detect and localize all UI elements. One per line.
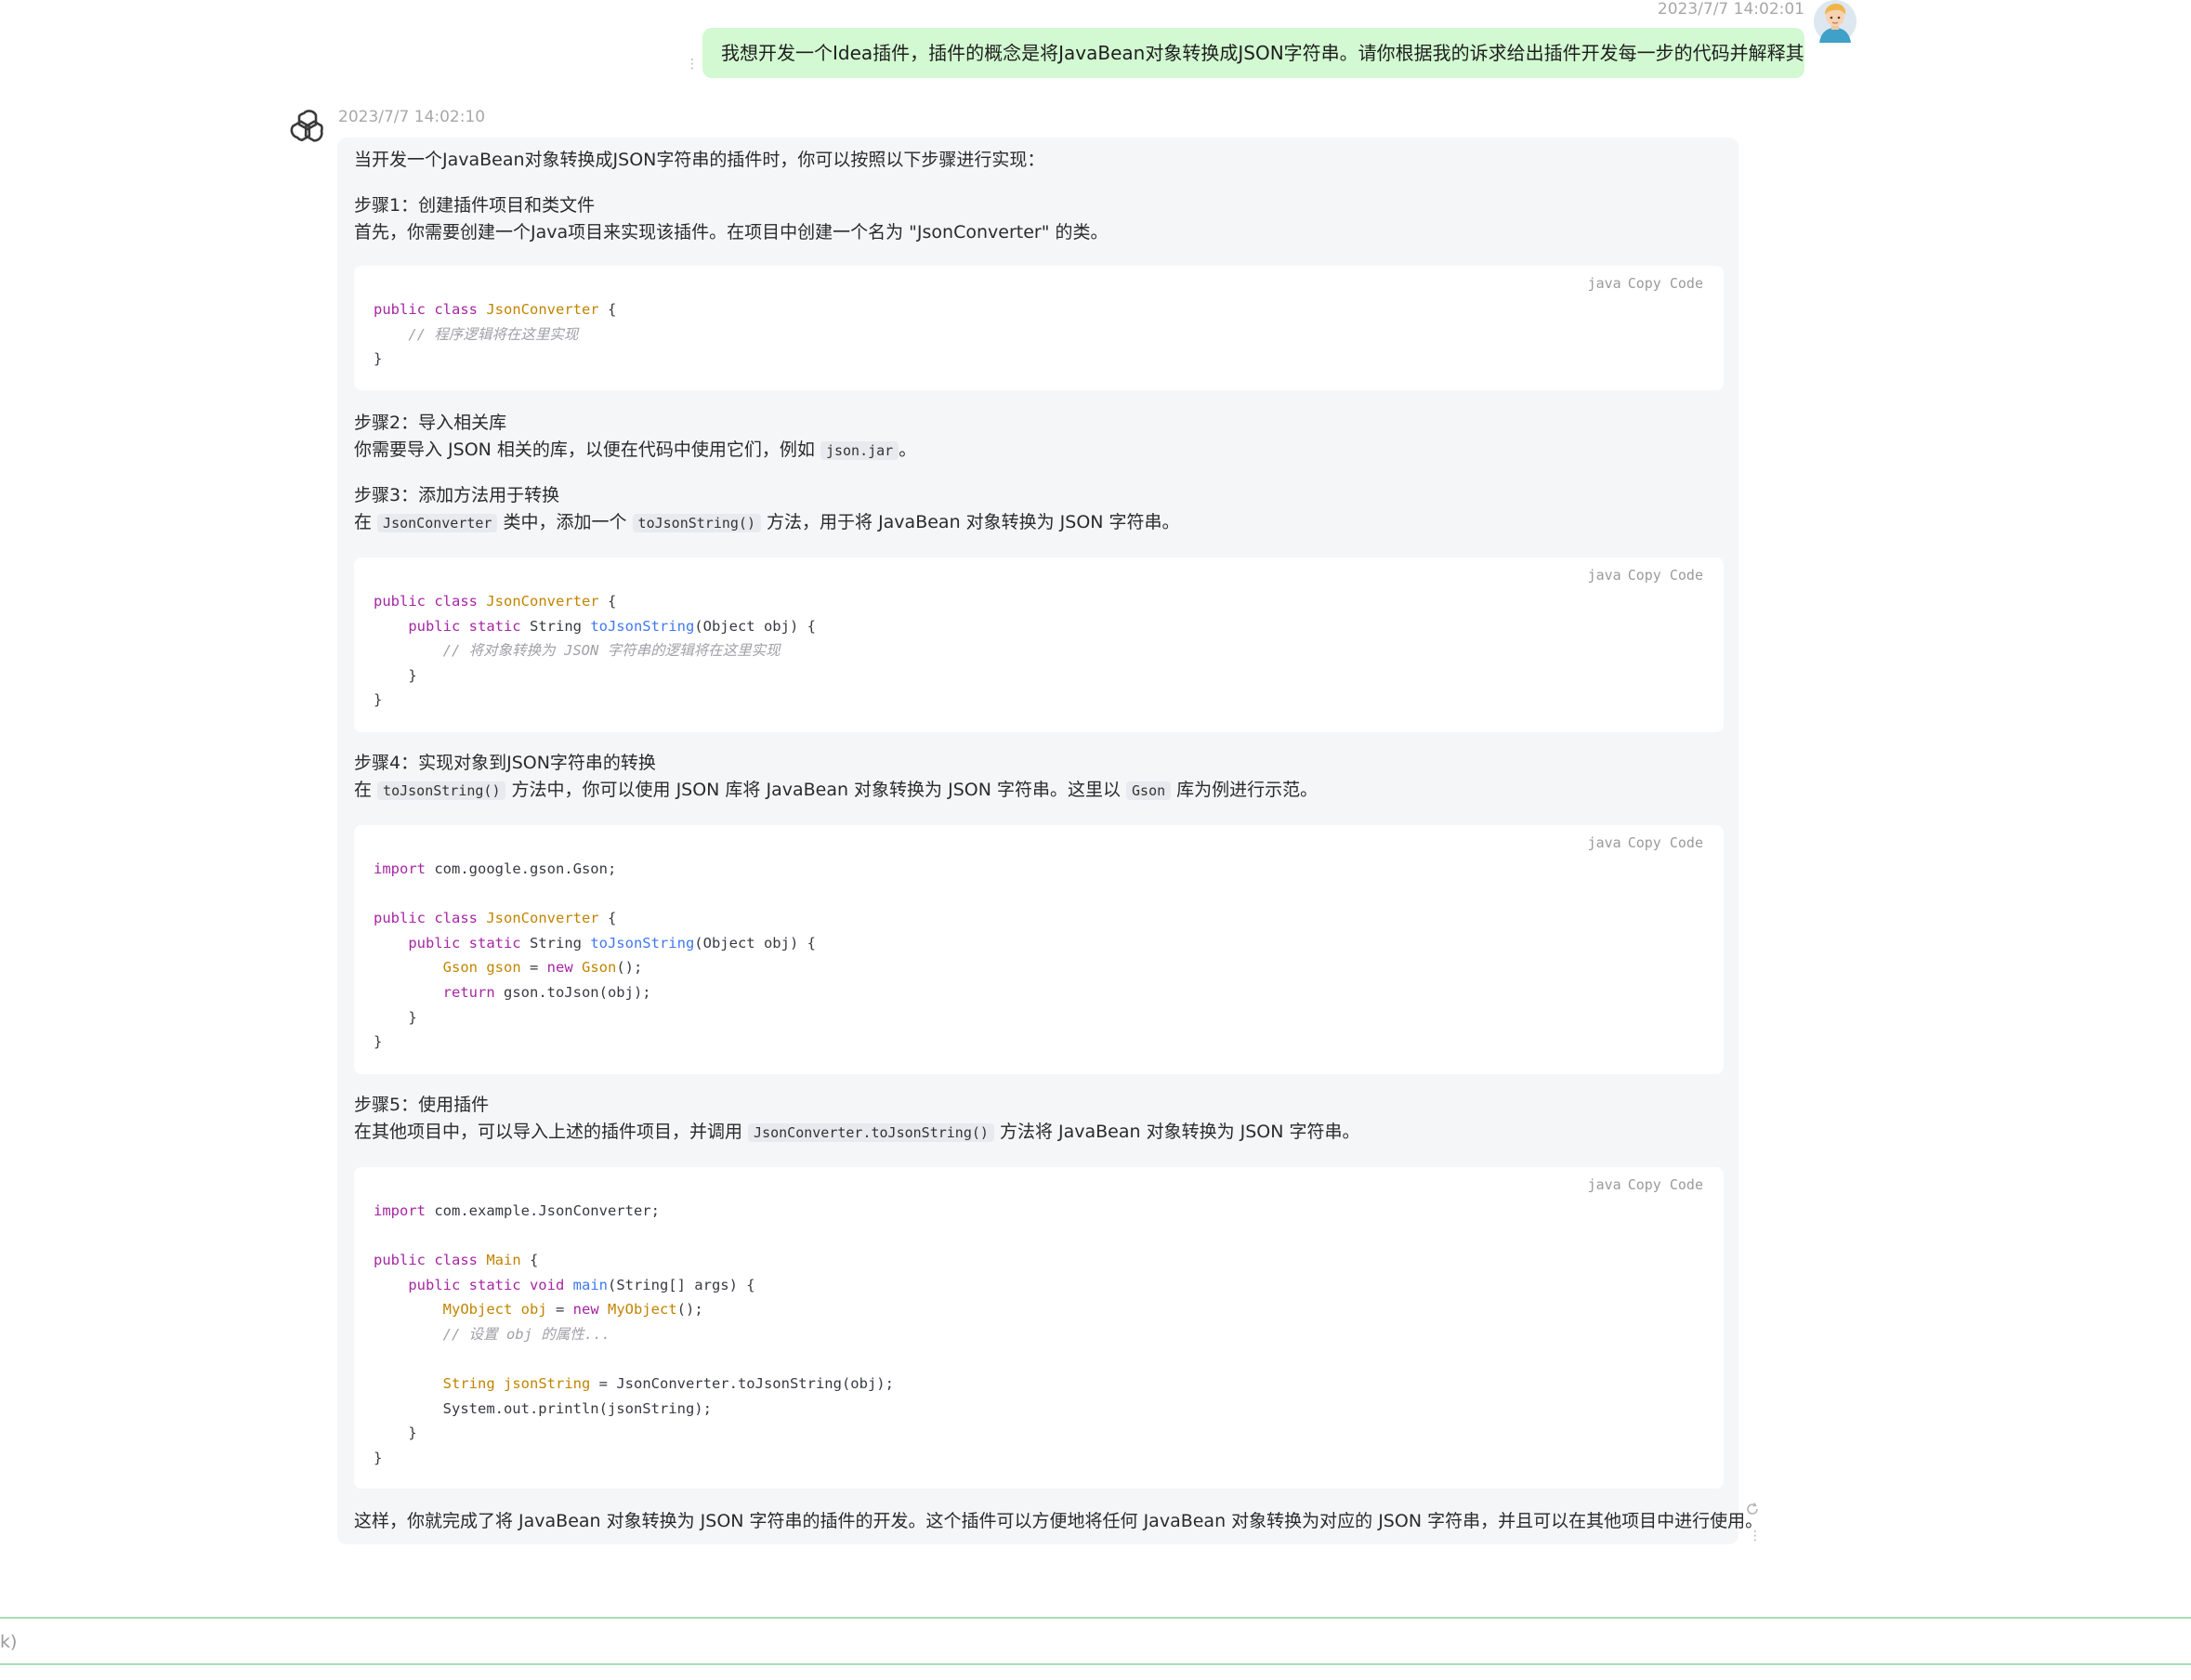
code-block-1: java Copy Code public class JsonConverter… bbox=[354, 266, 1724, 390]
chat-input-text[interactable]: k) bbox=[0, 1632, 17, 1652]
user-message-menu-icon[interactable]: ⋮ bbox=[686, 58, 699, 71]
user-avatar-icon[interactable] bbox=[1814, 0, 1856, 43]
assistant-intro: 当开发一个JavaBean对象转换成JSON字符串的插件时，你可以按照以下步骤进… bbox=[354, 150, 1045, 170]
copy-code-button[interactable]: Copy Code bbox=[1628, 1176, 1703, 1193]
inline-code: JsonConverter.toJsonString() bbox=[748, 1123, 994, 1142]
step4-title: 步骤4：实现对象到JSON字符串的转换 bbox=[354, 753, 656, 773]
step1-title: 步骤1：创建插件项目和类文件 bbox=[354, 195, 596, 216]
inline-code: Gson bbox=[1126, 781, 1172, 800]
step2-desc: 你需要导入 JSON 相关的库，以便在代码中使用它们，例如 json.jar。 bbox=[354, 440, 917, 460]
code-block-3-content: import com.google.gson.Gson; public clas… bbox=[374, 860, 816, 1051]
copy-code-button[interactable]: Copy Code bbox=[1628, 275, 1703, 292]
step3-desc: 在 JsonConverter 类中，添加一个 toJsonString() 方… bbox=[354, 512, 1180, 532]
code-block-toolbar: java Copy Code bbox=[1581, 834, 1703, 851]
step2-title: 步骤2：导入相关库 bbox=[354, 413, 507, 433]
step3-title: 步骤3：添加方法用于转换 bbox=[354, 485, 560, 505]
assistant-conclusion: 这样，你就完成了将 JavaBean 对象转换为 JSON 字符串的插件的开发。… bbox=[354, 1511, 1764, 1531]
code-block-4: java Copy Code import com.example.JsonCon… bbox=[354, 1167, 1724, 1489]
code-lang-label: java bbox=[1587, 275, 1621, 292]
openai-logo-icon bbox=[290, 110, 323, 142]
user-message-bubble: 我想开发一个Idea插件，插件的概念是将JavaBean对象转换成JSON字符串… bbox=[702, 28, 1804, 78]
inline-code: json.jar bbox=[820, 441, 899, 460]
assistant-message-menu-icon[interactable]: ⋮ bbox=[1749, 1529, 1762, 1542]
code-lang-label: java bbox=[1587, 1176, 1621, 1193]
assistant-message-timestamp: 2023/7/7 14:02:10 bbox=[338, 108, 486, 126]
code-block-3: java Copy Code import com.google.gson.Gso… bbox=[354, 825, 1724, 1074]
refresh-icon[interactable] bbox=[1745, 1502, 1760, 1516]
code-lang-label: java bbox=[1587, 567, 1621, 584]
chat-input-area[interactable]: k) bbox=[0, 1617, 2191, 1665]
code-block-4-content: import com.example.JsonConverter; public… bbox=[374, 1202, 894, 1466]
user-message-text: 我想开发一个Idea插件，插件的概念是将JavaBean对象转换成JSON字符串… bbox=[721, 42, 1804, 64]
copy-code-button[interactable]: Copy Code bbox=[1628, 567, 1703, 584]
step5-desc: 在其他项目中，可以导入上述的插件项目，并调用 JsonConverter.toJ… bbox=[354, 1122, 1360, 1142]
inline-code: toJsonString() bbox=[632, 514, 761, 532]
copy-code-button[interactable]: Copy Code bbox=[1628, 834, 1703, 851]
code-block-1-content: public class JsonConverter { // 程序逻辑将在这里… bbox=[374, 301, 617, 368]
inline-code: toJsonString() bbox=[377, 781, 506, 800]
code-block-toolbar: java Copy Code bbox=[1581, 275, 1703, 292]
inline-code: JsonConverter bbox=[377, 514, 498, 532]
code-block-toolbar: java Copy Code bbox=[1581, 1176, 1703, 1193]
user-message-timestamp: 2023/7/7 14:02:01 bbox=[1657, 0, 1804, 19]
step4-desc: 在 toJsonString() 方法中，你可以使用 JSON 库将 JavaB… bbox=[354, 780, 1319, 800]
code-block-2: java Copy Code public class JsonConverter… bbox=[354, 558, 1724, 732]
code-block-2-content: public class JsonConverter { public stat… bbox=[374, 593, 816, 709]
step5-title: 步骤5：使用插件 bbox=[354, 1095, 490, 1115]
step1-desc: 首先，你需要创建一个Java项目来实现该插件。在项目中创建一个名为 "JsonC… bbox=[354, 222, 1109, 243]
code-lang-label: java bbox=[1587, 834, 1621, 851]
code-block-toolbar: java Copy Code bbox=[1581, 567, 1703, 584]
